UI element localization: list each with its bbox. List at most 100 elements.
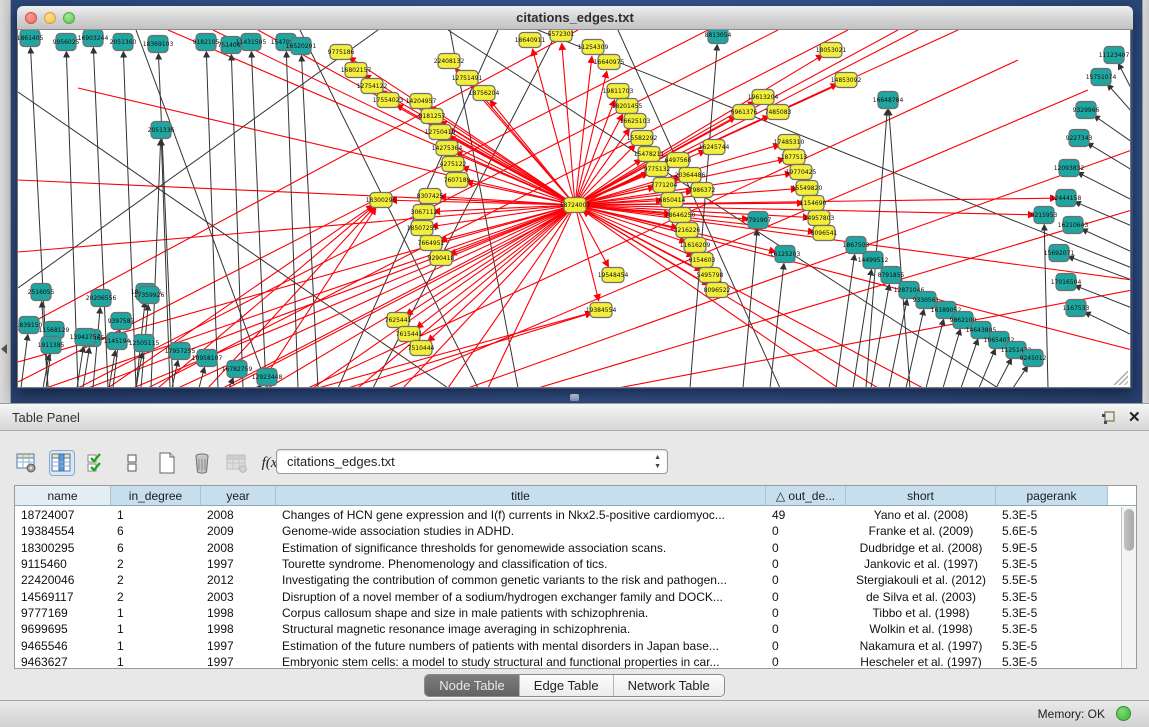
graph-edge[interactable] — [158, 54, 173, 388]
graph-edge[interactable] — [996, 359, 1011, 388]
graph-edge[interactable] — [1013, 366, 1027, 388]
graph-edge[interactable] — [18, 30, 378, 288]
table-cell: Franke et al. (2009) — [846, 523, 996, 539]
graph-node-label: 19613204 — [748, 94, 779, 101]
graph-node-label: 15478211 — [634, 151, 665, 158]
network-desktop: citations_edges.txt 18724007977518616802… — [0, 0, 1149, 403]
tab-node-table[interactable]: Node Table — [425, 675, 520, 696]
window-resize-grip[interactable] — [1114, 371, 1128, 385]
graph-edge[interactable] — [158, 206, 373, 388]
table-settings-icon[interactable] — [14, 450, 40, 476]
new-table-icon[interactable] — [154, 450, 180, 476]
graph-edge[interactable] — [1068, 256, 1131, 280]
left-panel-edge[interactable] — [0, 0, 11, 403]
table-row[interactable]: 1872400712008Changes of HCN gene express… — [15, 507, 1121, 523]
panel-splitter-handle[interactable] — [570, 394, 579, 401]
table-row[interactable]: 946362711997Embryonic stem cells: a mode… — [15, 654, 1121, 668]
column-header-year[interactable]: year — [201, 486, 276, 505]
table-row[interactable]: 1938455462009Genome-wide association stu… — [15, 523, 1121, 539]
table-row[interactable]: 969969511998Structural magnetic resonanc… — [15, 621, 1121, 637]
node-table: namein_degreeyeartitle△ out_de...shortpa… — [14, 485, 1137, 669]
close-panel-icon[interactable]: ✕ — [1128, 408, 1141, 426]
row-height-icon[interactable] — [119, 450, 145, 476]
table-row[interactable]: 946554611997Estimation of the future num… — [15, 637, 1121, 653]
table-row[interactable]: 1830029562008Estimation of significance … — [15, 540, 1121, 556]
graph-edge[interactable] — [1088, 143, 1131, 170]
graph-edge[interactable] — [93, 308, 100, 388]
graph-edge[interactable] — [618, 290, 1131, 388]
graph-edge[interactable] — [1108, 84, 1131, 112]
tab-edge-table[interactable]: Edge Table — [520, 675, 614, 696]
graph-edge[interactable] — [926, 320, 944, 388]
network-canvas[interactable]: 1872400797751861680215712754122175540231… — [17, 30, 1131, 388]
column-header-out_de[interactable]: △ out_de... — [766, 486, 846, 505]
graph-edge[interactable] — [961, 339, 978, 388]
graph-node-label: 16903244 — [78, 35, 109, 42]
graph-edge[interactable] — [381, 91, 575, 205]
graph-edge[interactable] — [78, 88, 575, 205]
table-row[interactable]: 2242004622012Investigating the contribut… — [15, 572, 1121, 588]
column-header-short[interactable]: short — [846, 486, 996, 505]
table-cell: Yano et al. (2008) — [846, 507, 996, 523]
graph-edge[interactable] — [213, 30, 575, 205]
graph-edge[interactable] — [1119, 64, 1131, 90]
graph-edge[interactable] — [313, 205, 575, 388]
graph-edge[interactable] — [1085, 312, 1131, 335]
column-header-title[interactable]: title — [276, 486, 766, 505]
graph-edge[interactable] — [1082, 229, 1131, 252]
graph-edge[interactable] — [1094, 116, 1131, 142]
graph-edge[interactable] — [575, 205, 1131, 350]
table-row[interactable]: 911546021997Tourette syndrome. Phenomeno… — [15, 556, 1121, 572]
graph-edge[interactable] — [348, 313, 591, 388]
graph-edge[interactable] — [231, 55, 243, 388]
table-cell: Disruption of a novel member of a sodium… — [276, 588, 766, 604]
graph-edge[interactable] — [450, 205, 575, 254]
graph-node-label: 16802157 — [341, 67, 372, 74]
graph-edge[interactable] — [206, 52, 218, 388]
column-header-in_degree[interactable]: in_degree — [111, 486, 201, 505]
column-header-name[interactable]: name — [15, 486, 111, 505]
table-scrollbar-thumb[interactable] — [1124, 509, 1134, 551]
network-table-select-value: citations_edges.txt — [287, 454, 395, 469]
collapse-left-arrow-icon[interactable] — [1, 344, 7, 354]
right-panel-edge[interactable] — [1142, 0, 1149, 403]
graph-edge[interactable] — [21, 335, 28, 388]
graph-node-label: 19384554 — [586, 307, 617, 314]
float-panel-icon[interactable] — [1100, 410, 1116, 426]
table-cell: Corpus callosum shape and size in male p… — [276, 605, 766, 621]
graph-edge[interactable] — [83, 348, 89, 388]
table-header-row: namein_degreeyeartitle△ out_de...shortpa… — [15, 486, 1136, 506]
table-cell: 1 — [111, 621, 201, 637]
table-scrollbar[interactable] — [1121, 507, 1136, 668]
select-all-icon[interactable] — [84, 450, 110, 476]
memory-status-indicator[interactable] — [1116, 706, 1131, 721]
delete-table-icon[interactable] — [189, 450, 215, 476]
graph-edge[interactable] — [943, 330, 960, 388]
graph-edge[interactable] — [853, 270, 871, 388]
import-table-icon[interactable] — [224, 450, 250, 476]
column-header-pagerank[interactable]: pagerank — [996, 486, 1108, 505]
graph-edge[interactable] — [301, 56, 318, 388]
table-cell: 49 — [766, 507, 846, 523]
graph-edge[interactable] — [449, 137, 575, 205]
table-cell: Wolkin et al. (1998) — [846, 621, 996, 637]
graph-edge[interactable] — [889, 110, 910, 388]
table-row[interactable]: 1456911722003Disruption of a novel membe… — [15, 588, 1121, 604]
window-titlebar[interactable]: citations_edges.txt — [17, 6, 1133, 30]
graph-edge[interactable] — [583, 211, 838, 388]
graph-node-label: 18640911 — [515, 37, 546, 44]
table-row[interactable]: 977716911998Corpus callosum shape and si… — [15, 605, 1121, 621]
graph-edge[interactable] — [18, 180, 575, 205]
show-columns-icon[interactable] — [49, 450, 75, 476]
graph-edge[interactable] — [1078, 173, 1131, 200]
graph-edge[interactable] — [770, 264, 784, 388]
graph-node-label: 16640975 — [594, 59, 625, 66]
graph-edge[interactable] — [318, 313, 591, 388]
graph-edge[interactable] — [743, 230, 757, 388]
graph-edge[interactable] — [168, 30, 575, 205]
graph-edge[interactable] — [979, 349, 995, 388]
graph-edge[interactable] — [77, 347, 83, 388]
graph-node-label: 18300295 — [366, 197, 397, 204]
network-table-select[interactable]: citations_edges.txt ▲▼ — [276, 449, 668, 474]
tab-network-table[interactable]: Network Table — [614, 675, 724, 696]
